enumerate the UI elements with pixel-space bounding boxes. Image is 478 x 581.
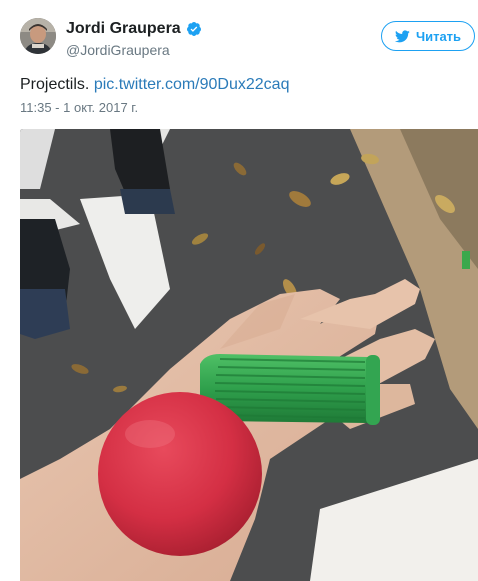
tweet-photo[interactable] — [20, 129, 478, 581]
tweet-media-link[interactable]: pic.twitter.com/90Dux22caq — [94, 76, 290, 93]
tweet-body-text: Projectils. — [20, 76, 90, 93]
embedded-tweet: Jordi Graupera @JordiGraupera Читать Pro… — [0, 0, 478, 581]
author-avatar[interactable] — [20, 18, 56, 54]
author-info: Jordi Graupera @JordiGraupera — [66, 20, 202, 58]
follow-button[interactable]: Читать — [381, 21, 475, 51]
photo-projectiles-image — [20, 129, 478, 581]
display-name-row: Jordi Graupera — [66, 20, 202, 38]
verified-badge-icon — [186, 22, 201, 36]
twitter-bird-icon — [394, 29, 410, 42]
tweet-timestamp[interactable]: 11:35 - 1 окт. 2017 г. — [20, 100, 138, 116]
tweet-text: Projectils. pic.twitter.com/90Dux22caq — [20, 75, 289, 95]
follow-button-label: Читать — [415, 28, 462, 44]
author-handle[interactable]: @JordiGraupera — [66, 42, 202, 58]
avatar-photo-icon — [20, 18, 56, 54]
author-display-name[interactable]: Jordi Graupera — [66, 20, 181, 38]
